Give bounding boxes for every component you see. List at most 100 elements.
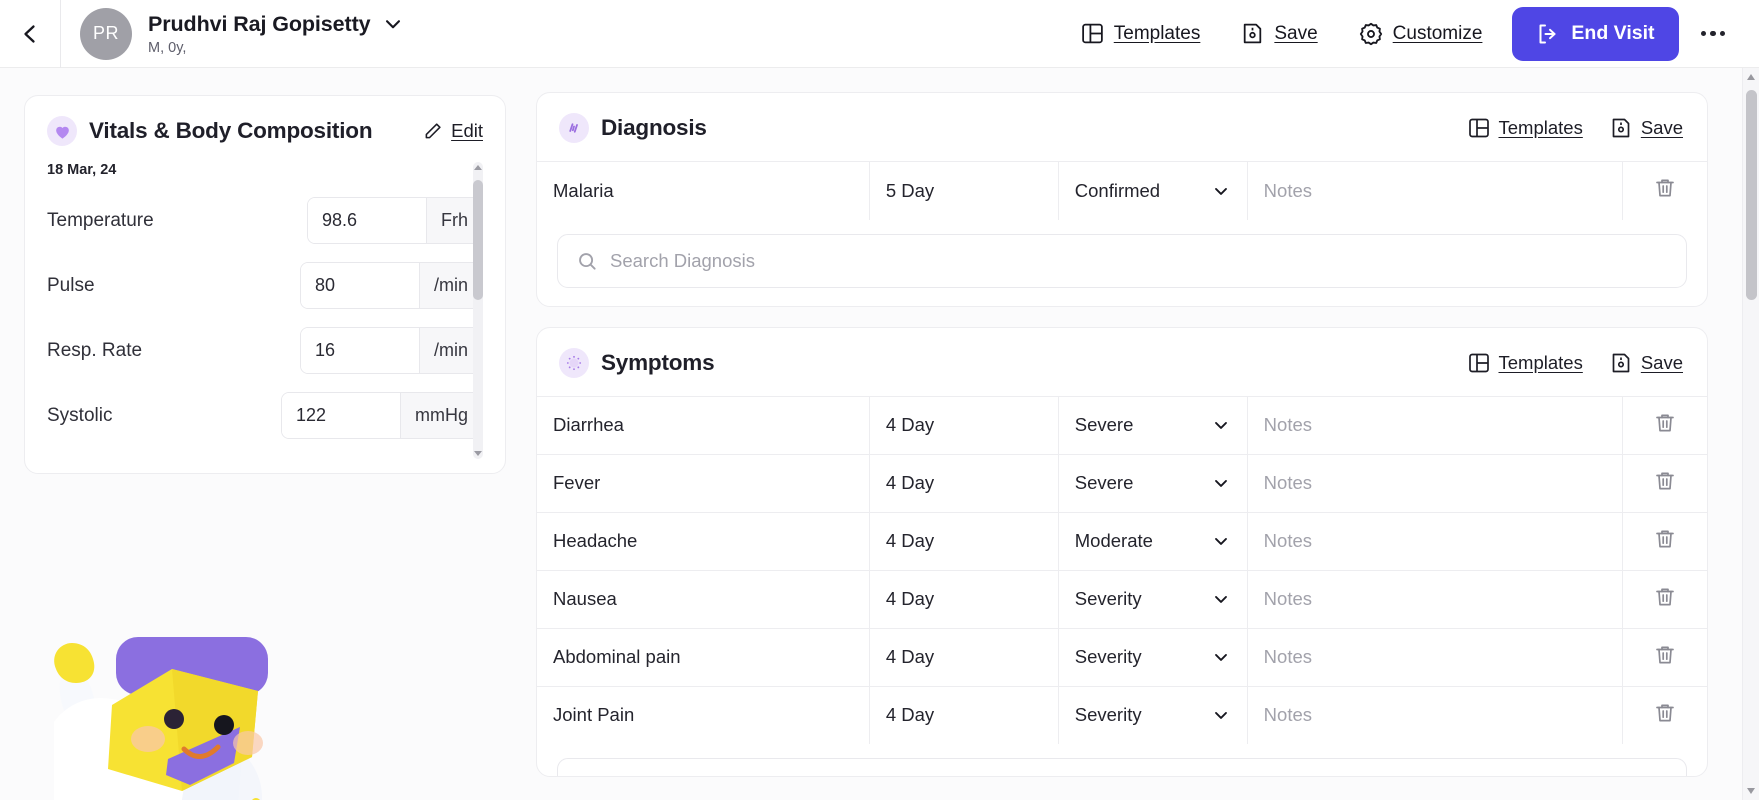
table-row: Joint Pain 4 Day Severity Notes	[537, 686, 1707, 744]
vitals-value[interactable]: 16	[301, 328, 419, 373]
symptom-duration[interactable]: 4 Day	[869, 454, 1058, 512]
symptom-severity-select[interactable]: Moderate	[1058, 512, 1247, 570]
vitals-row: Systolic 122 mmHg	[47, 383, 483, 448]
end-visit-button[interactable]: End Visit	[1512, 7, 1678, 61]
diagnosis-notes-input[interactable]: Notes	[1247, 162, 1623, 220]
diagnosis-delete-button[interactable]	[1623, 162, 1707, 220]
symptom-notes-input[interactable]: Notes	[1247, 396, 1623, 454]
chevron-down-icon	[1211, 181, 1231, 201]
symptom-name: Abdominal pain	[537, 628, 869, 686]
vitals-title: Vitals & Body Composition	[89, 118, 372, 144]
left-column: Vitals & Body Composition Edit 18 Mar, 2…	[24, 95, 506, 474]
templates-icon	[1467, 116, 1491, 140]
scroll-up-arrow-icon[interactable]	[1747, 74, 1755, 80]
vitals-card: Vitals & Body Composition Edit 18 Mar, 2…	[24, 95, 506, 474]
symptom-delete-button[interactable]	[1623, 396, 1707, 454]
diagnosis-duration[interactable]: 5 Day	[869, 162, 1058, 220]
symptom-duration[interactable]: 4 Day	[869, 396, 1058, 454]
customize-label: Customize	[1393, 23, 1483, 45]
diagnosis-icon	[559, 113, 589, 143]
chevron-down-icon	[1211, 473, 1231, 493]
symptom-delete-button[interactable]	[1623, 570, 1707, 628]
vitals-scrollbar[interactable]	[473, 162, 483, 459]
symptom-severity-select[interactable]: Severity	[1058, 570, 1247, 628]
diagnosis-status-select[interactable]: Confirmed	[1058, 162, 1247, 220]
vitals-input-group[interactable]: 98.6 Frh	[307, 197, 483, 244]
search-icon	[576, 250, 598, 272]
panel-gap	[536, 307, 1708, 327]
emr-visit-screen: PR Prudhvi Raj Gopisetty M, 0y, Template…	[0, 0, 1759, 800]
vitals-input-group[interactable]: 16 /min	[300, 327, 483, 374]
scroll-down-arrow-icon[interactable]	[1747, 788, 1755, 794]
vitals-row: Resp. Rate 16 /min	[47, 318, 483, 383]
diagnosis-header: Diagnosis Templates Save	[537, 93, 1707, 161]
vitals-input-group[interactable]: 80 /min	[300, 262, 483, 309]
scrollbar-thumb[interactable]	[1746, 90, 1757, 300]
symptoms-title: Symptoms	[601, 350, 714, 376]
symptoms-templates-button[interactable]: Templates	[1467, 351, 1583, 375]
templates-button[interactable]: Templates	[1060, 13, 1221, 54]
vitals-edit-button[interactable]: Edit	[422, 120, 483, 142]
symptom-duration[interactable]: 4 Day	[869, 628, 1058, 686]
symptom-duration[interactable]: 4 Day	[869, 570, 1058, 628]
customize-button[interactable]: Customize	[1338, 13, 1503, 55]
vitals-value[interactable]: 80	[301, 263, 419, 308]
symptom-severity-value: Severity	[1075, 588, 1142, 610]
chevron-down-icon[interactable]	[382, 13, 404, 35]
symptom-notes-input[interactable]: Notes	[1247, 628, 1623, 686]
table-row: Abdominal pain 4 Day Severity Notes	[537, 628, 1707, 686]
symptom-name: Joint Pain	[537, 686, 869, 744]
vitals-row-label: Pulse	[47, 275, 300, 297]
symptom-delete-button[interactable]	[1623, 686, 1707, 744]
page-scrollbar[interactable]	[1742, 68, 1759, 800]
vitals-row: Temperature 98.6 Frh	[47, 188, 483, 253]
waving-doctor-mascot	[16, 547, 296, 800]
save-icon	[1240, 21, 1265, 46]
scroll-down-arrow-icon[interactable]	[474, 451, 482, 456]
vitals-value[interactable]: 122	[282, 393, 400, 438]
scrollbar-thumb[interactable]	[473, 180, 483, 300]
symptom-delete-button[interactable]	[1623, 454, 1707, 512]
symptom-severity-select[interactable]: Severity	[1058, 686, 1247, 744]
patient-header[interactable]: PR Prudhvi Raj Gopisetty M, 0y,	[61, 8, 404, 60]
search-diagnosis-input[interactable]: Search Diagnosis	[557, 234, 1687, 288]
content-area: Vitals & Body Composition Edit 18 Mar, 2…	[0, 68, 1742, 800]
symptoms-search-wrap: Search Symptoms	[537, 744, 1707, 776]
right-column: Diagnosis Templates Save	[536, 92, 1708, 777]
symptom-notes-input[interactable]: Notes	[1247, 454, 1623, 512]
symptom-duration[interactable]: 4 Day	[869, 512, 1058, 570]
diagnosis-save-button[interactable]: Save	[1609, 116, 1683, 140]
scroll-up-arrow-icon[interactable]	[474, 165, 482, 170]
symptoms-templates-label: Templates	[1499, 352, 1583, 374]
symptom-notes-input[interactable]: Notes	[1247, 686, 1623, 744]
save-button[interactable]: Save	[1220, 13, 1337, 54]
symptoms-save-button[interactable]: Save	[1609, 351, 1683, 375]
diagnosis-templates-button[interactable]: Templates	[1467, 116, 1583, 140]
symptom-severity-value: Severity	[1075, 646, 1142, 668]
symptom-duration[interactable]: 4 Day	[869, 686, 1058, 744]
heart-pulse-icon	[47, 116, 77, 146]
vitals-input-group[interactable]: 122 mmHg	[281, 392, 483, 439]
table-row: Malaria 5 Day Confirmed Notes	[537, 162, 1707, 220]
symptoms-icon	[559, 348, 589, 378]
pencil-icon	[422, 121, 443, 142]
symptoms-save-label: Save	[1641, 352, 1683, 374]
vitals-row-label: Resp. Rate	[47, 340, 300, 362]
symptom-notes-input[interactable]: Notes	[1247, 570, 1623, 628]
ellipsis-dot	[1720, 31, 1726, 37]
more-options-button[interactable]	[1679, 31, 1744, 37]
trash-icon	[1653, 469, 1677, 493]
diagnosis-templates-label: Templates	[1499, 117, 1583, 139]
trash-icon	[1653, 643, 1677, 667]
symptom-notes-input[interactable]: Notes	[1247, 512, 1623, 570]
back-button[interactable]	[0, 0, 60, 68]
symptom-delete-button[interactable]	[1623, 628, 1707, 686]
chevron-down-icon	[1211, 531, 1231, 551]
symptom-delete-button[interactable]	[1623, 512, 1707, 570]
symptom-severity-select[interactable]: Severity	[1058, 628, 1247, 686]
search-symptoms-input[interactable]: Search Symptoms	[557, 758, 1687, 776]
table-row: Nausea 4 Day Severity Notes	[537, 570, 1707, 628]
symptom-severity-select[interactable]: Severe	[1058, 396, 1247, 454]
vitals-value[interactable]: 98.6	[308, 198, 426, 243]
symptom-severity-select[interactable]: Severe	[1058, 454, 1247, 512]
